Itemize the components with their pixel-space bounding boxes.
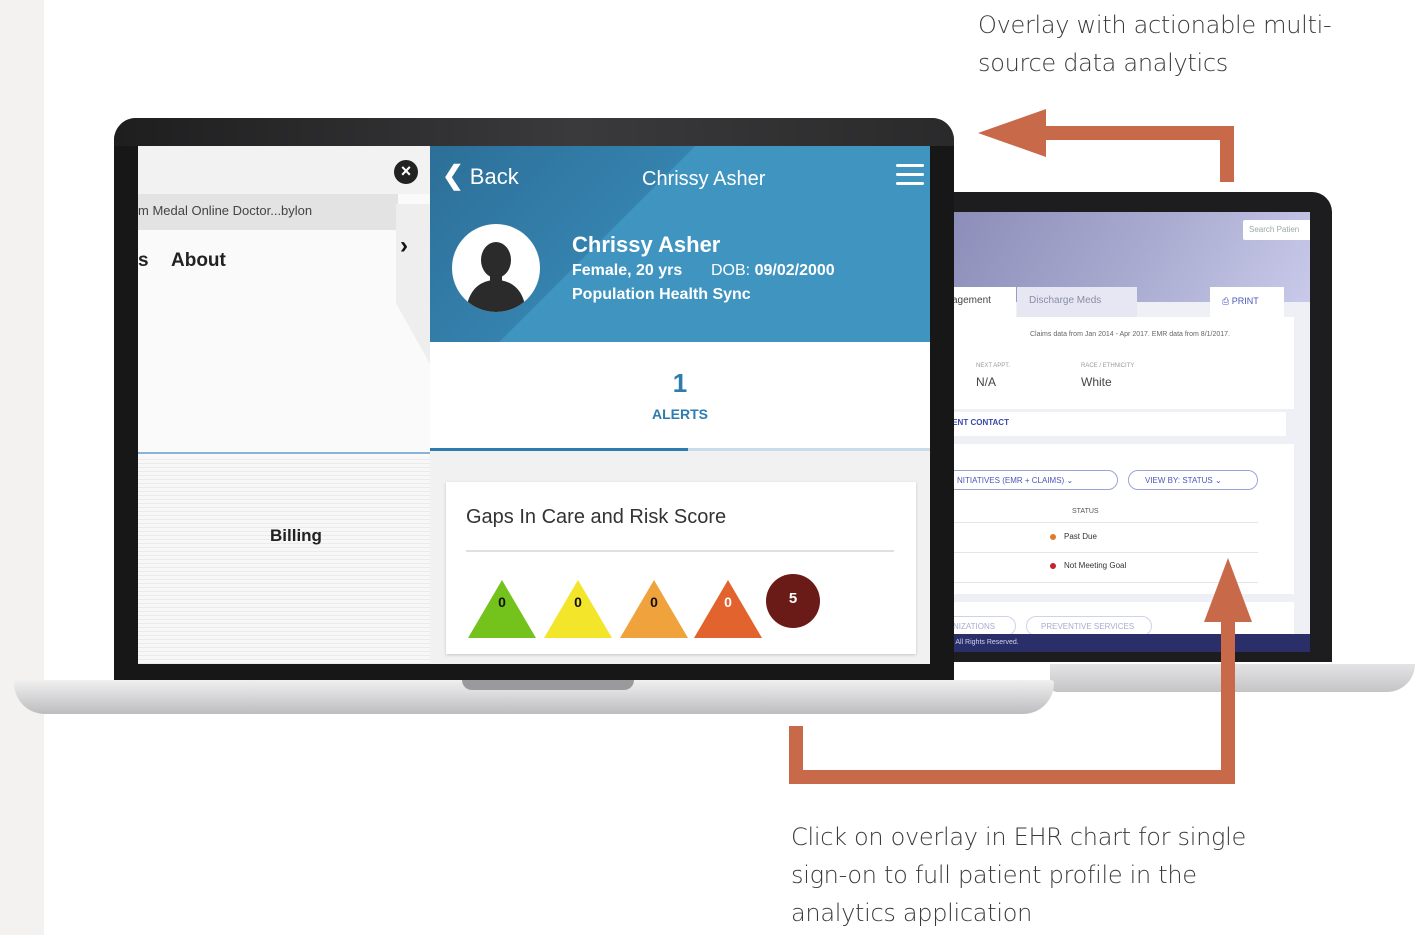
status-row-past-due: Past Due	[1050, 532, 1097, 541]
patient-name: Chrissy Asher	[572, 232, 721, 257]
alerts-count: 1	[672, 368, 688, 398]
bottom-caption: Click on overlay in EHR chart for single…	[791, 823, 1246, 927]
population-health-sync-label: Population Health Sync	[572, 286, 751, 303]
patient-summary-card: Claims data from Jan 2014 - Apr 2017. EM…	[940, 317, 1294, 409]
initiatives-filter-dropdown[interactable]: NITIATIVES (EMR + CLAIMS) ⌄	[940, 470, 1118, 490]
row-divider	[940, 522, 1258, 523]
dob-label: DOB:	[711, 262, 751, 279]
section-divider	[138, 452, 430, 454]
bezel-highlight	[114, 118, 954, 146]
chevron-down-icon: ⌄	[1214, 476, 1222, 485]
print-button[interactable]: ⎙ PRINT	[1210, 287, 1284, 317]
bottom-arrow-shaft-horizontal	[789, 770, 1235, 784]
alerts-tab[interactable]: 1 ALERTS	[430, 342, 930, 450]
red-status-dot-icon	[1050, 562, 1056, 569]
bookmark-bar[interactable]: m Medal Online Doctor...bylon	[138, 194, 398, 230]
browser-top-bar	[138, 146, 430, 194]
gap-count-orange: 0	[650, 594, 658, 610]
race-ethnicity-value: White	[1081, 375, 1112, 389]
copyright-footer: rs. All Rights Reserved.	[940, 634, 1310, 652]
card-divider	[466, 550, 894, 552]
back-button[interactable]: ❮ Back	[442, 160, 519, 191]
person-silhouette-icon	[466, 242, 526, 312]
print-label: PRINT	[1231, 296, 1259, 306]
status-column-header: STATUS	[1072, 508, 1099, 515]
overlay-drag-handle[interactable]	[396, 204, 430, 364]
ruled-background	[138, 456, 430, 664]
top-caption: Overlay with actionable multi-source dat…	[978, 11, 1332, 77]
gap-count-green: 0	[498, 594, 506, 610]
side-strip	[0, 0, 44, 935]
analytics-app-screen: Search Patien agement Discharge Meds ⎙ P…	[940, 212, 1310, 652]
claims-date-note: Claims data from Jan 2014 - Apr 2017. EM…	[1030, 331, 1230, 338]
initiatives-filter-label: NITIATIVES (EMR + CLAIMS)	[957, 476, 1065, 485]
dob-value: 09/02/2000	[754, 262, 835, 279]
patient-gender-age: Female, 20 yrs	[572, 262, 683, 279]
gaps-in-care-card[interactable]: Gaps In Care and Risk Score 0 0 0 0 5	[446, 482, 916, 654]
arrow-left-icon	[978, 109, 1046, 157]
race-ethnicity-label: RACE / ETHNICITY	[1081, 363, 1135, 369]
top-arrow-shaft-horizontal	[1040, 126, 1234, 140]
patient-dob: DOB: 09/02/2000	[711, 262, 835, 280]
chevron-left-icon: ❮	[442, 160, 464, 190]
row-divider	[940, 552, 1258, 553]
patient-search-input[interactable]: Search Patien	[1243, 220, 1310, 240]
chevron-down-icon: ⌄	[1066, 476, 1074, 485]
arrow-up-icon	[1204, 558, 1252, 622]
ehr-overlay-screen: m Medal Online Doctor...bylon × › s Abou…	[138, 146, 930, 664]
view-by-label: VIEW BY: STATUS	[1145, 476, 1213, 485]
printer-icon: ⎙	[1222, 296, 1232, 306]
nav-item-billing[interactable]: Billing	[270, 526, 322, 546]
next-appt-value: N/A	[976, 375, 997, 389]
header-title: Chrissy Asher	[642, 168, 766, 190]
laptop-hinge-notch	[462, 680, 634, 690]
view-by-status-dropdown[interactable]: VIEW BY: STATUS ⌄	[1128, 470, 1258, 490]
status-label: Not Meeting Goal	[1064, 561, 1127, 570]
patient-header: ❮ Back Chrissy Asher Chrissy Asher Female…	[430, 146, 930, 342]
close-icon[interactable]: ×	[394, 160, 418, 184]
alerts-label: ALERTS	[652, 406, 708, 422]
bottom-arrow-shaft-right	[1221, 620, 1235, 784]
nav-item-partial[interactable]: s	[138, 250, 149, 272]
status-row-not-meeting-goal: Not Meeting Goal	[1050, 561, 1126, 570]
avatar	[452, 224, 540, 312]
preventive-services-pill[interactable]: PREVENTIVE SERVICES	[1026, 616, 1152, 636]
patient-contact-link[interactable]: IENT CONTACT	[940, 412, 1286, 436]
tab-discharge-meds[interactable]: Discharge Meds	[1017, 287, 1137, 317]
card-title: Gaps In Care and Risk Score	[466, 506, 727, 528]
orange-status-dot-icon	[1050, 533, 1056, 540]
next-appt-label: NEXT APPT.	[976, 363, 1010, 369]
nav-item-about[interactable]: About	[171, 250, 226, 272]
risk-score-badge[interactable]: 5	[766, 574, 820, 628]
gap-count-red: 0	[724, 594, 732, 610]
gap-count-yellow: 0	[574, 594, 582, 610]
ehr-browser-pane: m Medal Online Doctor...bylon × › s Abou…	[138, 146, 430, 664]
back-label: Back	[469, 164, 519, 189]
tab-underline-active	[430, 448, 688, 451]
hamburger-menu-icon[interactable]	[896, 164, 924, 191]
chevron-right-icon[interactable]: ›	[400, 232, 408, 260]
patient-overlay-panel: ❮ Back Chrissy Asher Chrissy Asher Female…	[430, 146, 930, 664]
status-label: Past Due	[1064, 532, 1097, 541]
